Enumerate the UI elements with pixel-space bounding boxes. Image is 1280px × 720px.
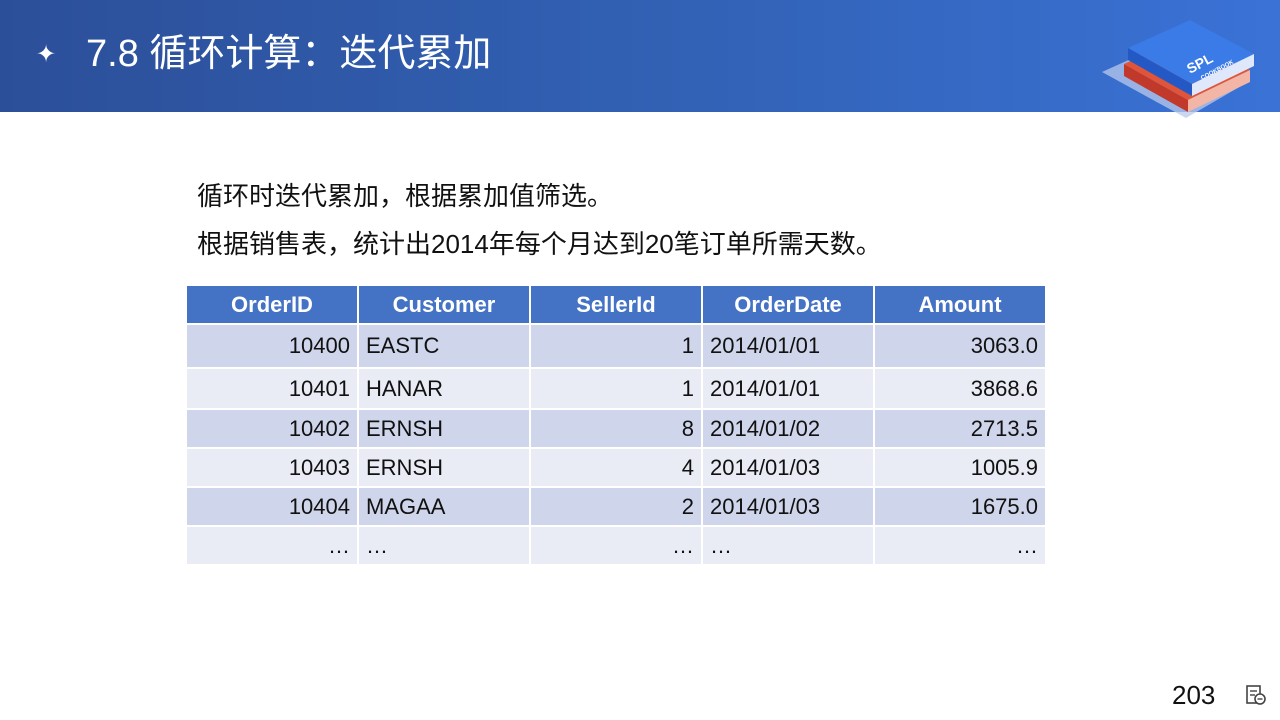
table-row: 10400 EASTC 1 2014/01/01 3063.0 (187, 325, 1045, 367)
table-row: 10403 ERNSH 4 2014/01/03 1005.9 (187, 449, 1045, 486)
cell-orderid: 10400 (187, 325, 357, 367)
cell-orderdate: 2014/01/02 (703, 410, 873, 447)
description-line-2: 根据销售表，统计出2014年每个月达到20笔订单所需天数。 (197, 229, 882, 259)
column-header-orderid: OrderID (187, 286, 357, 323)
cell-orderid: 10404 (187, 488, 357, 525)
cell-amount: 3868.6 (875, 369, 1045, 408)
table-row: 10401 HANAR 1 2014/01/01 3868.6 (187, 369, 1045, 408)
table-header-row: OrderID Customer SellerId OrderDate Amou… (187, 286, 1045, 323)
description-line-1: 循环时迭代累加，根据累加值筛选。 (197, 181, 614, 211)
cell-orderid: 10401 (187, 369, 357, 408)
cell-sellerid: 8 (531, 410, 701, 447)
cell-sellerid: 4 (531, 449, 701, 486)
cell-orderdate: 2014/01/03 (703, 449, 873, 486)
cell-orderid: … (187, 527, 357, 564)
table-row: 10404 MAGAA 2 2014/01/03 1675.0 (187, 488, 1045, 525)
cell-customer: MAGAA (359, 488, 529, 525)
cell-amount: 2713.5 (875, 410, 1045, 447)
cell-customer: ERNSH (359, 449, 529, 486)
cell-amount: 3063.0 (875, 325, 1045, 367)
cell-customer: EASTC (359, 325, 529, 367)
sales-table: OrderID Customer SellerId OrderDate Amou… (185, 284, 1047, 566)
cell-sellerid: … (531, 527, 701, 564)
column-header-customer: Customer (359, 286, 529, 323)
cell-orderid: 10403 (187, 449, 357, 486)
cell-orderdate: 2014/01/03 (703, 488, 873, 525)
cell-amount: 1675.0 (875, 488, 1045, 525)
cell-sellerid: 2 (531, 488, 701, 525)
cell-customer: ERNSH (359, 410, 529, 447)
slide-notes-icon[interactable] (1244, 684, 1268, 706)
column-header-orderdate: OrderDate (703, 286, 873, 323)
column-header-amount: Amount (875, 286, 1045, 323)
cell-amount: 1005.9 (875, 449, 1045, 486)
page-number: 203 (1172, 680, 1216, 710)
table-row: 10402 ERNSH 8 2014/01/02 2713.5 (187, 410, 1045, 447)
slide: ✦ 7.8 循环计算：迭代累加 SPL COOKBOOK 循环时迭代累加，根据累… (0, 0, 1280, 720)
cell-sellerid: 1 (531, 369, 701, 408)
slide-title: 7.8 循环计算：迭代累加 (86, 33, 492, 75)
sparkle-bullet-icon: ✦ (36, 41, 57, 68)
cell-customer: … (359, 527, 529, 564)
cell-amount: … (875, 527, 1045, 564)
cell-orderdate: 2014/01/01 (703, 369, 873, 408)
cell-orderdate: … (703, 527, 873, 564)
description: 循环时迭代累加，根据累加值筛选。 根据销售表，统计出2014年每个月达到20笔订… (197, 176, 1097, 272)
cell-orderid: 10402 (187, 410, 357, 447)
cell-customer: HANAR (359, 369, 529, 408)
title-bar: ✦ 7.8 循环计算：迭代累加 (0, 0, 1280, 112)
column-header-sellerid: SellerId (531, 286, 701, 323)
spl-cookbook-logo: SPL COOKBOOK (1102, 20, 1254, 118)
cell-sellerid: 1 (531, 325, 701, 367)
cell-orderdate: 2014/01/01 (703, 325, 873, 367)
table-row: … … … … … (187, 527, 1045, 564)
